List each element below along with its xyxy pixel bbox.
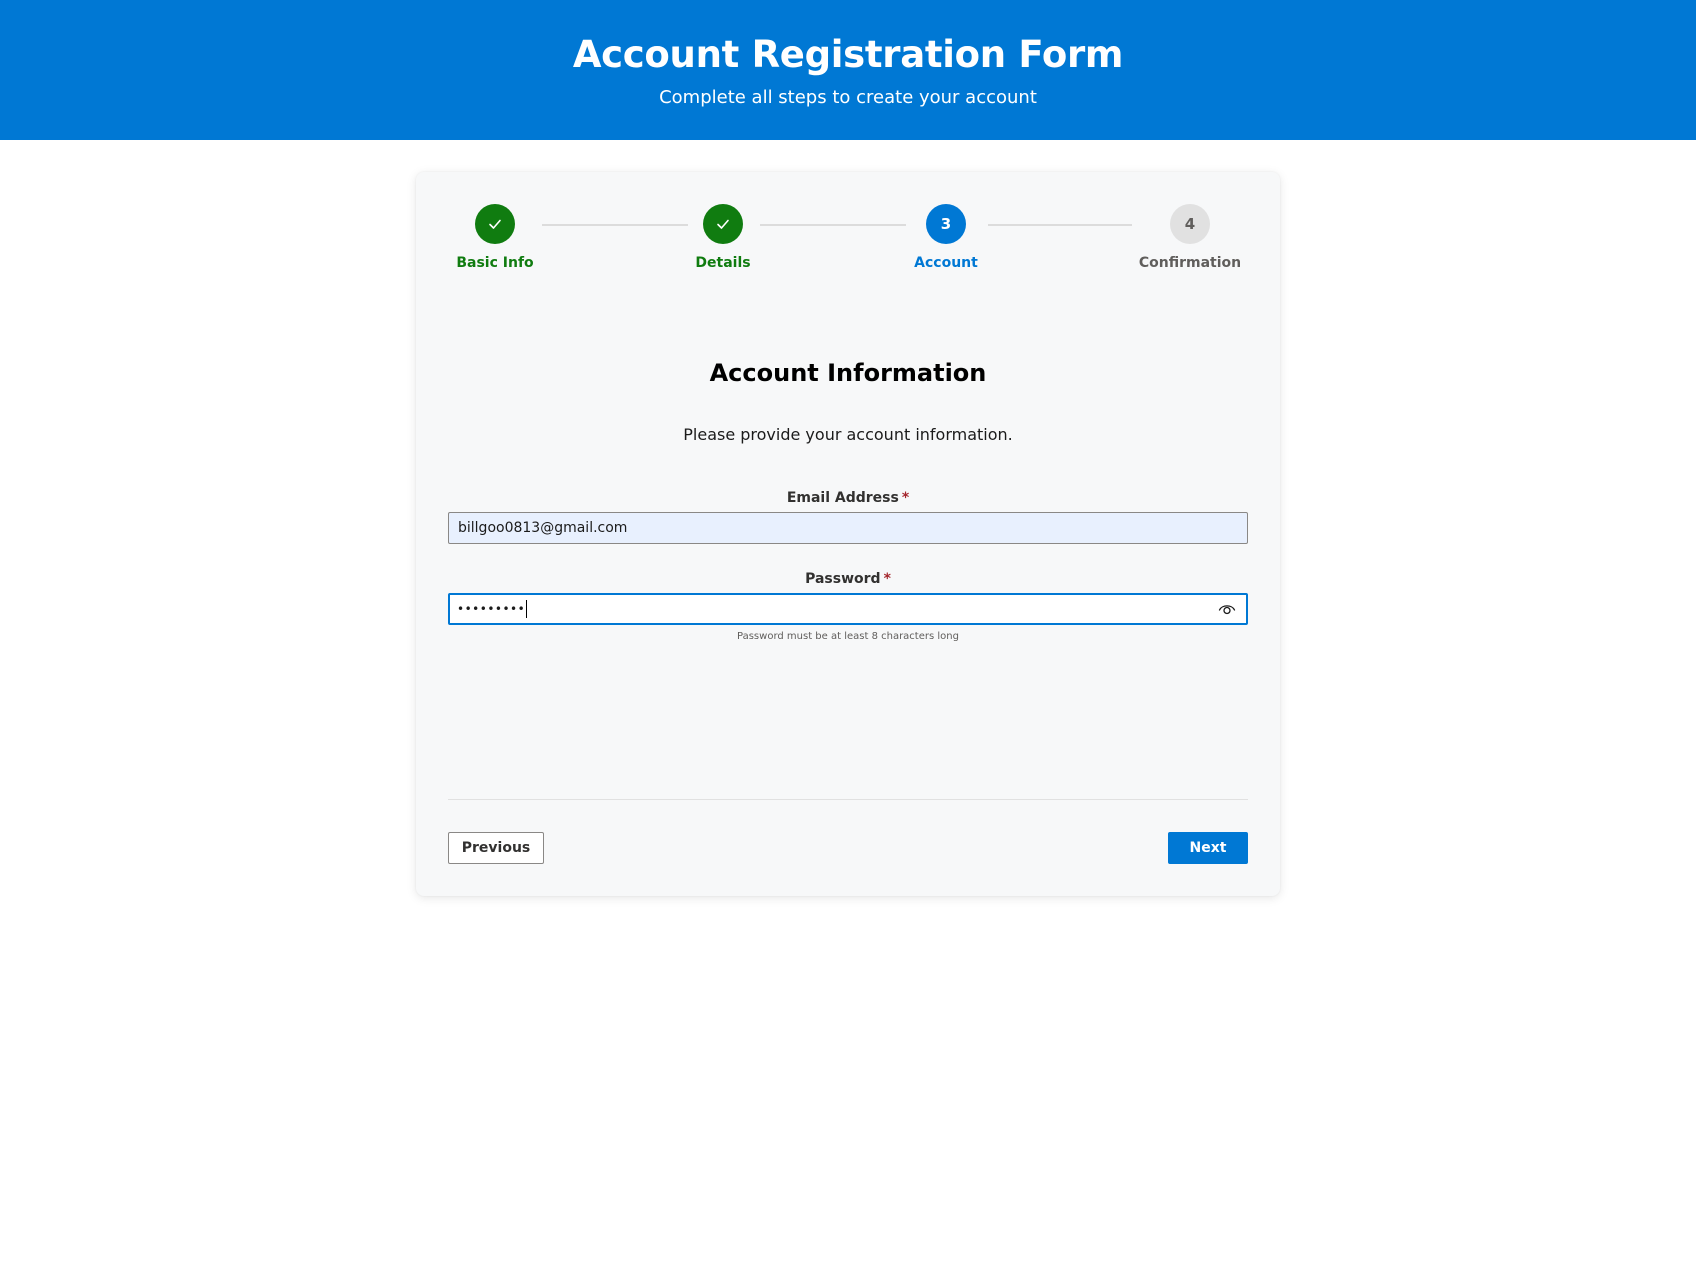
step-indicator-active: 3 [926,204,966,244]
password-label-text: Password [805,571,881,587]
email-field[interactable]: billgoo0813@gmail.com [448,512,1248,544]
page-title: Account Registration Form [572,33,1124,76]
email-label-text: Email Address [786,490,899,506]
password-masked-value: ••••••••• [457,602,526,616]
required-marker: * [901,490,910,506]
step-label: Confirmation [1138,255,1242,271]
email-label: Email Address * [448,489,1248,507]
step-label: Account [914,255,978,271]
check-icon [489,219,501,229]
next-button[interactable]: Next [1168,832,1248,864]
check-icon [717,219,729,229]
page-subtitle: Complete all steps to create your accoun… [659,87,1037,108]
step-account[interactable]: 3 Account [876,204,1016,272]
step-indicator-completed [703,204,743,244]
step-label: Details [695,255,751,271]
step-confirmation[interactable]: 4 Confirmation [1120,204,1260,272]
previous-button[interactable]: Previous [448,832,544,864]
eye-icon[interactable] [1218,601,1236,617]
text-cursor [526,600,528,618]
section-title: Account Information [709,359,987,387]
email-value: billgoo0813@gmail.com [458,520,628,536]
step-details[interactable]: Details [653,204,793,272]
password-hint: Password must be at least 8 characters l… [737,631,959,642]
step-indicator-completed [475,204,515,244]
registration-card: Basic Info Details 3 Account 4 Confirmat… [416,172,1280,896]
step-basic-info[interactable]: Basic Info [425,204,565,272]
progress-stepper: Basic Info Details 3 Account 4 Confirmat… [416,172,1280,292]
password-field[interactable]: ••••••••• [448,593,1248,625]
section-description: Please provide your account information. [683,425,1013,444]
step-indicator-pending: 4 [1170,204,1210,244]
password-label: Password * [448,570,1248,588]
required-marker: * [883,571,891,587]
divider [448,799,1248,800]
page-header: Account Registration Form Complete all s… [0,0,1696,140]
step-label: Basic Info [456,255,534,271]
